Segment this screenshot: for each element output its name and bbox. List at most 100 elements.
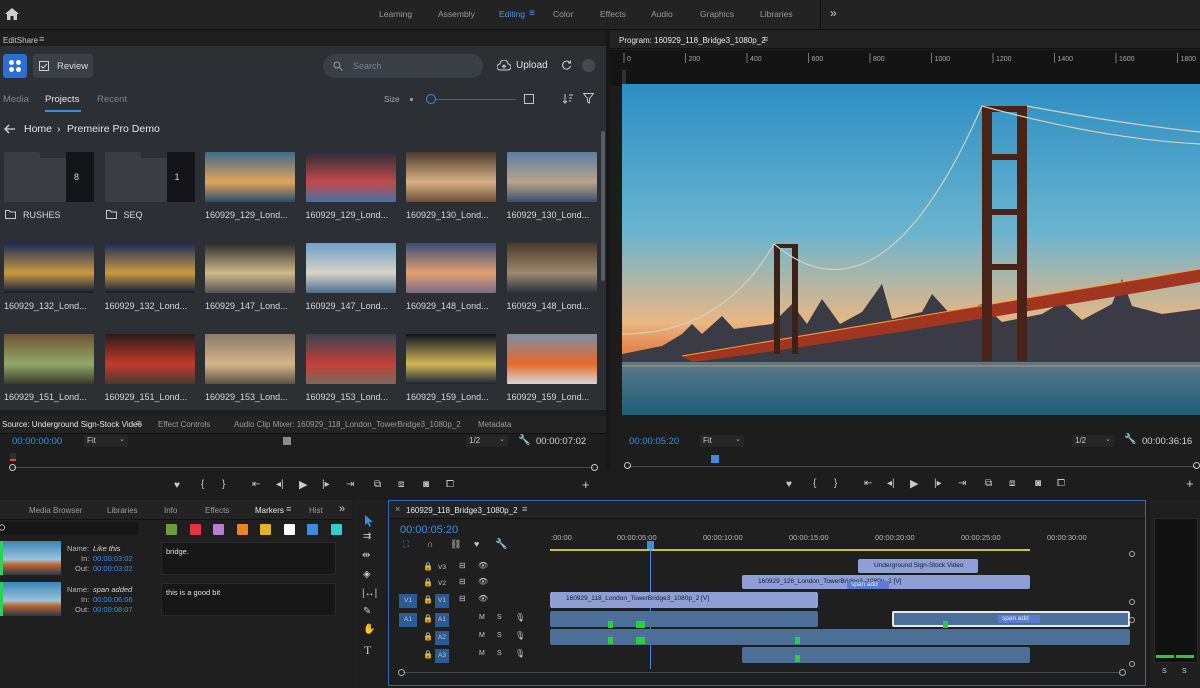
solo-button[interactable]: S — [497, 614, 502, 621]
mark-out-icon[interactable]: } — [222, 479, 225, 490]
program-scrubber[interactable] — [628, 466, 1196, 467]
span-marker[interactable]: span add — [847, 581, 889, 589]
microphone-icon[interactable]: 🎙 — [515, 631, 525, 640]
mark-in-icon[interactable]: { — [813, 478, 816, 489]
track-target-button[interactable]: V3 — [435, 561, 449, 575]
asset-item[interactable]: 160929_153_Lond... — [305, 334, 398, 414]
add-button-icon[interactable]: + — [1186, 476, 1194, 491]
tab-effects[interactable]: Effects — [205, 506, 229, 515]
editshare-tab[interactable]: EditShare — [3, 36, 38, 45]
track-target-button[interactable]: A1 — [435, 613, 449, 627]
asset-item[interactable]: 160929_130_Lond... — [506, 152, 599, 232]
linked-selection-icon[interactable]: ⛓ — [450, 539, 461, 550]
close-icon[interactable]: × — [395, 504, 400, 514]
workspace-editing[interactable]: Editing — [499, 9, 525, 19]
solo-button[interactable]: S — [497, 632, 502, 639]
timeline-horizontal-scrollbar[interactable] — [403, 672, 1121, 673]
microphone-icon[interactable]: 🎙 — [515, 649, 525, 658]
tab-metadata[interactable]: Metadata — [478, 420, 511, 429]
asset-item[interactable]: 160929_151_Lond... — [4, 334, 96, 414]
asset-item[interactable]: 160929_147_Lond... — [205, 243, 297, 323]
work-area-bar[interactable] — [550, 549, 1030, 551]
go-to-in-icon[interactable]: ⇤ — [252, 479, 260, 490]
clip-a3[interactable] — [742, 647, 1030, 663]
refresh-icon[interactable] — [561, 60, 572, 71]
source-playhead[interactable] — [10, 453, 16, 461]
tab-source[interactable]: Source: Underground Sign-Stock Video — [2, 420, 142, 429]
clip-a1-selected[interactable]: span add — [892, 611, 1130, 627]
insert-icon[interactable]: ⧉ — [374, 479, 381, 490]
mute-button[interactable]: M — [479, 614, 485, 621]
source-timecode[interactable]: 00:00:00:00 — [12, 436, 62, 447]
sync-lock-icon[interactable]: ⊟ — [459, 594, 466, 603]
tab-markers[interactable]: Markers — [255, 506, 284, 515]
asset-item[interactable]: 160929_129_Lond... — [305, 152, 398, 232]
settings-small-icon[interactable] — [283, 437, 291, 445]
apps-button[interactable] — [3, 54, 27, 78]
go-to-out-icon[interactable]: ⇥ — [958, 478, 966, 489]
mark-in-icon[interactable]: { — [201, 479, 204, 490]
panel-menu-icon[interactable]: ≡ — [522, 504, 527, 514]
extract-icon[interactable]: ⧈ — [1009, 478, 1015, 489]
source-ratio-dropdown[interactable]: 1/2 ⌄ — [466, 435, 508, 447]
tab-media-browser[interactable]: Media Browser — [29, 506, 82, 515]
panel-menu-icon[interactable]: ≡ — [136, 418, 141, 428]
workspace-learning[interactable]: Learning — [379, 9, 412, 19]
marker-list-item[interactable]: Name: Like this In: 00:00:03:02 Out: 00:… — [0, 540, 338, 579]
asset-item[interactable]: 160929_148_Lond... — [406, 243, 498, 323]
asset-item[interactable]: 160929_159_Lond... — [406, 334, 498, 414]
tab-libraries[interactable]: Libraries — [107, 506, 138, 515]
lift-icon[interactable]: ⧉ — [985, 478, 992, 489]
export-frame-icon[interactable]: ◙ — [423, 479, 429, 490]
asset-item[interactable]: 160929_129_Lond... — [205, 152, 297, 232]
tab-media[interactable]: Media — [3, 94, 29, 105]
folder-item[interactable]: 1 SEQ — [104, 152, 197, 232]
lock-icon[interactable]: 🔒 — [423, 595, 433, 604]
go-to-out-icon[interactable]: ⇥ — [346, 479, 354, 490]
step-back-icon[interactable]: ◂| — [276, 479, 284, 490]
clip-v2[interactable]: 160929_126_London_TowerBridge3_1080p_2 [… — [742, 575, 1030, 589]
size-slider-thumb[interactable] — [426, 94, 436, 104]
lock-icon[interactable]: 🔒 — [423, 562, 433, 571]
marker-list-item[interactable]: Name: span added In: 00:00:06:06 Out: 00… — [0, 581, 338, 620]
play-icon[interactable]: ▶ — [299, 478, 307, 491]
marker-icon[interactable]: ♥ — [786, 479, 792, 490]
step-forward-icon[interactable]: |▸ — [934, 478, 942, 489]
selection-tool-icon[interactable] — [364, 515, 374, 527]
mute-button[interactable]: M — [479, 632, 485, 639]
overwrite-icon[interactable]: ⧈ — [398, 479, 404, 490]
tab-history[interactable]: Hist — [309, 506, 323, 515]
marker-color-filter[interactable] — [189, 524, 201, 535]
slip-tool-icon[interactable]: |↔| — [362, 588, 377, 599]
marker-comment-field[interactable]: bridge. — [161, 542, 336, 575]
sort-icon[interactable] — [563, 93, 574, 104]
asset-item[interactable]: 160929_153_Lond... — [205, 334, 297, 414]
marker-in-timecode[interactable]: 00:00:06:06 — [93, 595, 133, 604]
workspace-audio[interactable]: Audio — [651, 9, 673, 19]
workspace-color[interactable]: Color — [553, 9, 573, 19]
program-video-frame[interactable] — [622, 84, 1200, 415]
marker-out-timecode[interactable]: 00:00:08:07 — [93, 605, 133, 614]
workspace-effects[interactable]: Effects — [600, 9, 626, 19]
home-icon[interactable] — [5, 8, 19, 20]
lock-icon[interactable]: 🔒 — [423, 614, 433, 623]
marker-color-filter[interactable] — [166, 524, 177, 535]
marker-icon[interactable]: ♥ — [174, 480, 180, 491]
asset-item[interactable]: 160929_148_Lond... — [506, 243, 599, 323]
track-target-button[interactable]: A3 — [435, 649, 449, 663]
wrench-icon[interactable]: 🔧 — [518, 435, 530, 446]
size-slider-track[interactable] — [432, 99, 516, 100]
go-to-in-icon[interactable]: ⇤ — [864, 478, 872, 489]
panel-menu-icon[interactable]: ≡ — [763, 34, 768, 44]
workspace-graphics[interactable]: Graphics — [700, 9, 734, 19]
marker-name[interactable]: Like this — [93, 544, 121, 553]
program-scrubber-end[interactable] — [1193, 462, 1200, 469]
marker-in-timecode[interactable]: 00:00:03:02 — [93, 554, 133, 563]
span-marker[interactable]: span add — [998, 615, 1040, 623]
eye-icon[interactable]: 👁 — [478, 594, 488, 603]
source-patch-button[interactable]: A1 — [399, 613, 417, 627]
timeline-title[interactable]: 160929_118_Bridge3_1080p_2 — [406, 506, 518, 515]
source-scrubber-end[interactable] — [591, 464, 598, 471]
timeline-timecode[interactable]: 00:00:05:20 — [400, 524, 458, 536]
button-editor-icon[interactable]: ⧠ — [446, 479, 454, 490]
